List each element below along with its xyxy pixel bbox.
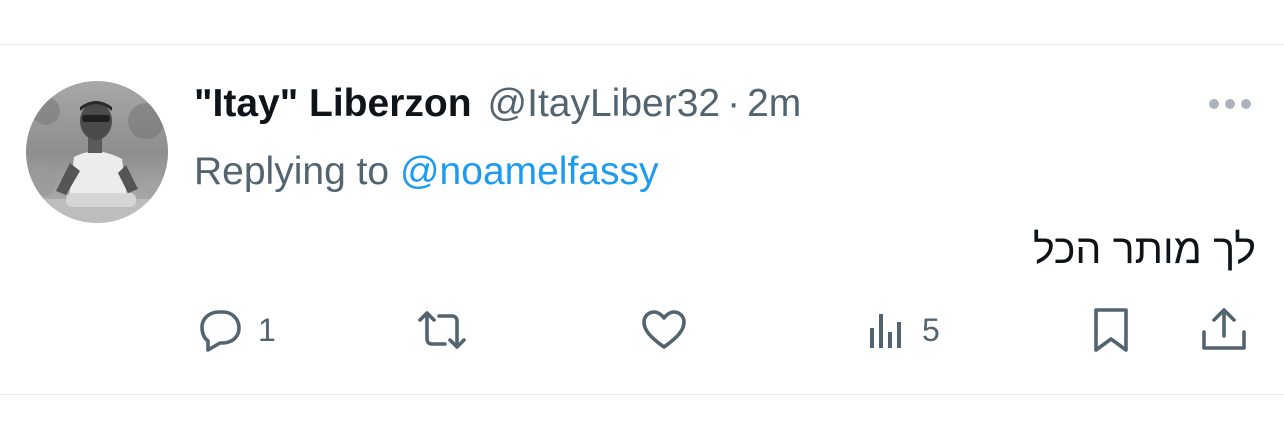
tweet-header: "Itay" Liberzon @ItayLiber32 · 2m <box>194 80 801 128</box>
timestamp[interactable]: 2m <box>747 80 801 128</box>
views-count: 5 <box>922 312 940 348</box>
avatar-photo <box>26 81 168 223</box>
heart-icon <box>642 310 686 349</box>
more-horizontal-icon <box>1209 99 1251 109</box>
top-divider <box>0 44 1284 45</box>
reply-button[interactable]: 1 <box>194 304 276 356</box>
bookmark-button[interactable] <box>1088 304 1134 356</box>
like-button[interactable] <box>638 304 690 356</box>
replying-to-handle[interactable]: @noamelfassy <box>400 150 659 193</box>
tweet-text: לך מותר הכל <box>1032 226 1256 272</box>
share-button[interactable] <box>1196 304 1252 356</box>
display-name[interactable]: "Itay" Liberzon <box>194 80 472 128</box>
reply-count: 1 <box>258 312 276 348</box>
bookmark-icon <box>1094 308 1128 352</box>
more-options-button[interactable] <box>1204 86 1256 122</box>
reply-bubble-icon <box>200 310 241 352</box>
replying-to-line: Replying to @noamelfassy <box>194 148 659 196</box>
avatar[interactable] <box>26 81 168 223</box>
analytics-bars-icon <box>870 314 901 348</box>
retweet-icon <box>418 311 466 349</box>
views-button[interactable]: 5 <box>866 304 940 356</box>
header-separator: · <box>727 82 741 125</box>
replying-to-prefix: Replying to <box>194 150 390 193</box>
retweet-button[interactable] <box>414 304 470 356</box>
user-handle[interactable]: @ItayLiber32 <box>488 80 721 128</box>
share-upload-icon <box>1202 308 1246 350</box>
bottom-divider <box>0 394 1284 395</box>
